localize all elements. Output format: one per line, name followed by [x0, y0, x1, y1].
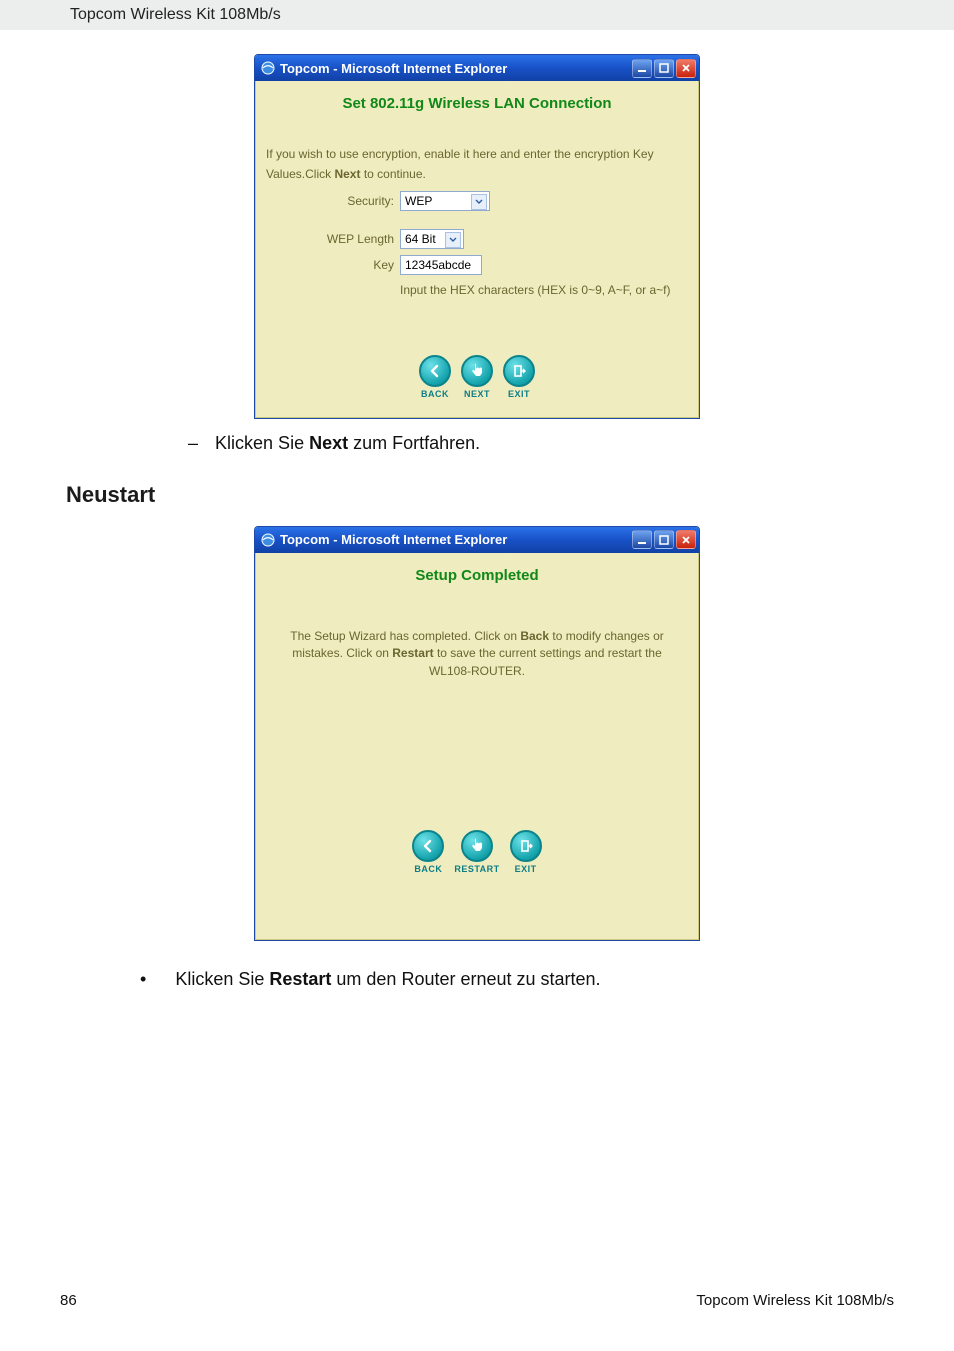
restart-label: RESTART	[454, 864, 499, 874]
restart-button[interactable]	[461, 830, 493, 862]
chevron-down-icon	[471, 194, 487, 210]
key-input[interactable]: 12345abcde	[400, 255, 482, 275]
sc-after: to save the current settings and restart…	[429, 646, 662, 677]
setup-completed-text: The Setup Wizard has completed. Click on…	[274, 628, 680, 680]
chevron-down-icon	[445, 232, 461, 248]
ie-window-2: Topcom - Microsoft Internet Explorer Set…	[254, 526, 700, 941]
click-restart-instruction: • Klicken Sie Restart um den Router erne…	[140, 969, 894, 990]
back-label: BACK	[421, 389, 449, 399]
encryption-intro: If you wish to use encryption, enable it…	[266, 144, 688, 185]
minimize-button[interactable]	[632, 530, 652, 549]
instr1-suffix: zum Fortfahren.	[348, 433, 480, 453]
security-label: Security:	[266, 194, 400, 208]
instr2-prefix: Klicken Sie	[175, 969, 269, 989]
exit-label: EXIT	[508, 389, 530, 399]
weplength-select-value: 64 Bit	[405, 232, 436, 246]
sc-b2: Restart	[392, 646, 433, 660]
instr1-prefix: Klicken Sie	[215, 433, 309, 453]
intro-text-bold: Next	[334, 167, 360, 181]
arrow-left-icon	[421, 839, 435, 853]
exit-icon	[512, 364, 526, 378]
exit-icon	[519, 839, 533, 853]
exit-button[interactable]	[503, 355, 535, 387]
doc-header-text: Topcom Wireless Kit 108Mb/s	[70, 6, 281, 23]
maximize-button[interactable]	[654, 59, 674, 78]
back-button[interactable]	[412, 830, 444, 862]
titlebar[interactable]: Topcom - Microsoft Internet Explorer	[255, 527, 699, 553]
footer-product: Topcom Wireless Kit 108Mb/s	[696, 1292, 894, 1309]
intro-text-after: to continue.	[360, 167, 425, 181]
close-button[interactable]	[676, 59, 696, 78]
weplength-select[interactable]: 64 Bit	[400, 229, 464, 249]
ie-app-icon	[260, 532, 275, 547]
back-label: BACK	[414, 864, 442, 874]
hand-pointer-icon	[469, 363, 485, 379]
hand-pointer-icon	[469, 838, 485, 854]
maximize-button[interactable]	[654, 530, 674, 549]
key-input-value: 12345abcde	[405, 258, 471, 272]
exit-label: EXIT	[515, 864, 537, 874]
exit-button[interactable]	[510, 830, 542, 862]
security-select[interactable]: WEP	[400, 191, 490, 211]
instr1-bold: Next	[309, 433, 348, 453]
instr2-bold: Restart	[269, 969, 331, 989]
restart-heading: Neustart	[66, 482, 894, 508]
page-number: 86	[60, 1292, 77, 1309]
sc-b1: Back	[520, 629, 549, 643]
page-title: Setup Completed	[266, 567, 688, 584]
instr2-suffix: um den Router erneut zu starten.	[331, 969, 600, 989]
minimize-button[interactable]	[632, 59, 652, 78]
intro-text-before: If you wish to use encryption, enable it…	[266, 147, 654, 181]
page-title: Set 802.11g Wireless LAN Connection	[266, 95, 688, 112]
titlebar[interactable]: Topcom - Microsoft Internet Explorer	[255, 55, 699, 81]
window-title: Topcom - Microsoft Internet Explorer	[280, 532, 507, 547]
sc-before: The Setup Wizard has completed. Click on	[290, 629, 520, 643]
ie-app-icon	[260, 61, 275, 76]
window-title: Topcom - Microsoft Internet Explorer	[280, 61, 507, 76]
click-next-instruction: – Klicken Sie Next zum Fortfahren.	[180, 433, 894, 454]
weplength-label: WEP Length	[266, 232, 400, 246]
ie-window-1: Topcom - Microsoft Internet Explorer Set…	[254, 54, 700, 419]
arrow-left-icon	[428, 364, 442, 378]
hex-hint-text: Input the HEX characters (HEX is 0~9, A~…	[400, 281, 688, 299]
next-button[interactable]	[461, 355, 493, 387]
back-button[interactable]	[419, 355, 451, 387]
next-label: NEXT	[464, 389, 490, 399]
close-button[interactable]	[676, 530, 696, 549]
key-label: Key	[266, 258, 400, 272]
security-select-value: WEP	[405, 194, 432, 208]
doc-header: Topcom Wireless Kit 108Mb/s	[0, 0, 954, 30]
